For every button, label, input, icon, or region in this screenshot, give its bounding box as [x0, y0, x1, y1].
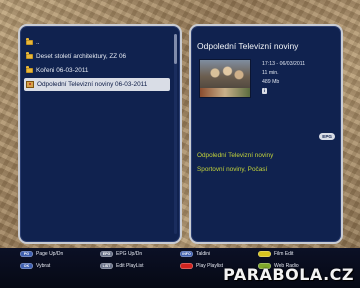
legend-epg-updown: EPG EPG Up/Dn	[100, 251, 142, 257]
folder-icon	[26, 52, 33, 59]
legend-label: Page Up/Dn	[36, 251, 64, 257]
program-title: Odpolední Televizní noviny	[197, 41, 299, 51]
info-badge: i	[262, 88, 267, 94]
epg-key-icon: EPG	[100, 251, 113, 257]
legend-info: INFO Taldini	[180, 251, 210, 257]
info-key-icon: INFO	[180, 251, 193, 257]
legend-edit-playlist: LIST Edit PlayList	[100, 263, 144, 269]
list-item-label: Deset století architektury, ZZ 06	[36, 53, 127, 60]
preview-thumbnail	[199, 59, 251, 98]
scrollbar[interactable]	[174, 34, 177, 234]
legend-label: Vybrat	[36, 263, 51, 269]
list-item-label: Odpolední Televizní noviny 06-03-2011	[37, 81, 148, 88]
list-key-icon: LIST	[100, 263, 113, 269]
legend-label: Edit PlayList	[116, 263, 144, 269]
legend-page-updown: PG Page Up/Dn	[20, 251, 63, 257]
list-item-label: Kořeni 06-03-2011	[36, 67, 89, 74]
list-item[interactable]: Deset století architektury, ZZ 06	[24, 50, 170, 63]
ok-key-icon: OK	[20, 263, 33, 269]
list-item[interactable]: Kořeni 06-03-2011	[24, 64, 170, 77]
file-size: 489 Mb	[262, 79, 280, 85]
duration: 11 min.	[262, 70, 279, 76]
list-item-parent[interactable]: ..	[24, 36, 170, 49]
list-item-selected[interactable]: Odpolední Televizní noviny 06-03-2011	[24, 78, 170, 91]
legend-select: OK Vybrat	[20, 263, 50, 269]
watermark: PARABOLA.CZ	[223, 265, 354, 284]
yellow-key-icon	[258, 251, 271, 257]
legend-label: Play Playlist	[196, 263, 223, 269]
file-browser-panel: .. Deset století architektury, ZZ 06 Koř…	[18, 24, 182, 244]
folder-icon	[26, 38, 33, 45]
legend-label: Film Edit	[274, 251, 294, 257]
legend-label: EPG Up/Dn	[116, 251, 143, 257]
recording-icon	[26, 81, 34, 88]
epg-title: Odpolední Televizní noviny	[197, 152, 274, 159]
epg-description: Sportovní noviny, Počasí	[197, 166, 268, 173]
file-list: .. Deset století architektury, ZZ 06 Koř…	[24, 36, 170, 92]
page-key-icon: PG	[20, 251, 33, 257]
list-item-label: ..	[36, 39, 40, 46]
scroll-thumb[interactable]	[174, 34, 177, 64]
red-key-icon	[180, 263, 193, 269]
epg-button[interactable]: EPG	[319, 133, 335, 140]
details-panel: Odpolední Televizní noviny 17:13 - 06/03…	[189, 24, 343, 244]
time-range: 17:13 - 06/03/2011	[262, 61, 306, 67]
legend-label: Taldini	[196, 251, 211, 257]
legend-film-edit: Film Edit	[258, 251, 293, 257]
legend-play-playlist: Play Playlist	[180, 263, 223, 269]
folder-icon	[26, 66, 33, 73]
thumbnail-caption-bar	[200, 88, 250, 97]
